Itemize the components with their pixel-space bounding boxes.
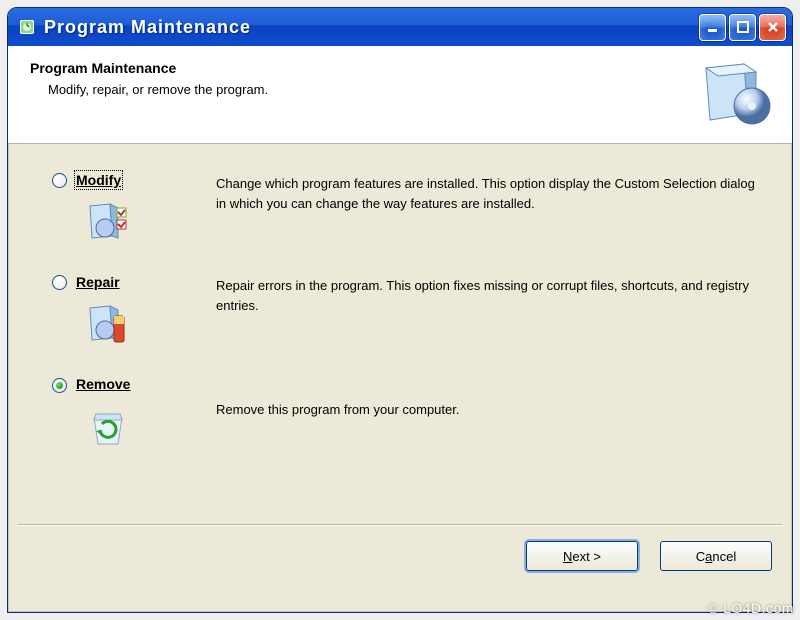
desc-remove: Remove this program from your computer. <box>216 376 758 420</box>
desc-repair: Repair errors in the program. This optio… <box>216 274 758 315</box>
next-button[interactable]: Next > <box>526 541 638 571</box>
desc-modify: Change which program features are instal… <box>216 172 758 213</box>
minimize-button[interactable] <box>699 14 726 41</box>
page-subtitle: Modify, repair, or remove the program. <box>48 82 696 97</box>
installer-box-icon <box>696 60 774 130</box>
page-title: Program Maintenance <box>30 60 696 76</box>
label-remove[interactable]: Remove <box>76 376 130 392</box>
close-button[interactable] <box>759 14 786 41</box>
caption-buttons <box>699 14 786 41</box>
option-modify: Modify Change which program features are… <box>52 172 758 246</box>
maximize-button[interactable] <box>729 14 756 41</box>
window-title: Program Maintenance <box>44 17 699 38</box>
label-repair[interactable]: Repair <box>76 274 120 290</box>
radio-modify[interactable] <box>52 173 67 188</box>
repair-icon <box>84 300 132 348</box>
titlebar[interactable]: Program Maintenance <box>8 8 792 46</box>
options-panel: Modify Change which program features are… <box>8 144 792 524</box>
radio-repair[interactable] <box>52 275 67 290</box>
option-remove: Remove Remove this program from your com… <box>52 376 758 450</box>
remove-icon <box>84 402 132 450</box>
cancel-button[interactable]: Cancel <box>660 541 772 571</box>
dialog-header: Program Maintenance Modify, repair, or r… <box>8 46 792 144</box>
dialog-window: Program Maintenance Program Maintenance … <box>7 7 793 613</box>
modify-icon <box>84 198 132 246</box>
app-icon <box>18 18 36 36</box>
dialog-footer: Next > Cancel <box>8 526 792 586</box>
option-repair: Repair Repair errors in the program. Thi… <box>52 274 758 348</box>
label-modify[interactable]: Modify <box>76 172 121 188</box>
radio-remove[interactable] <box>52 378 67 393</box>
